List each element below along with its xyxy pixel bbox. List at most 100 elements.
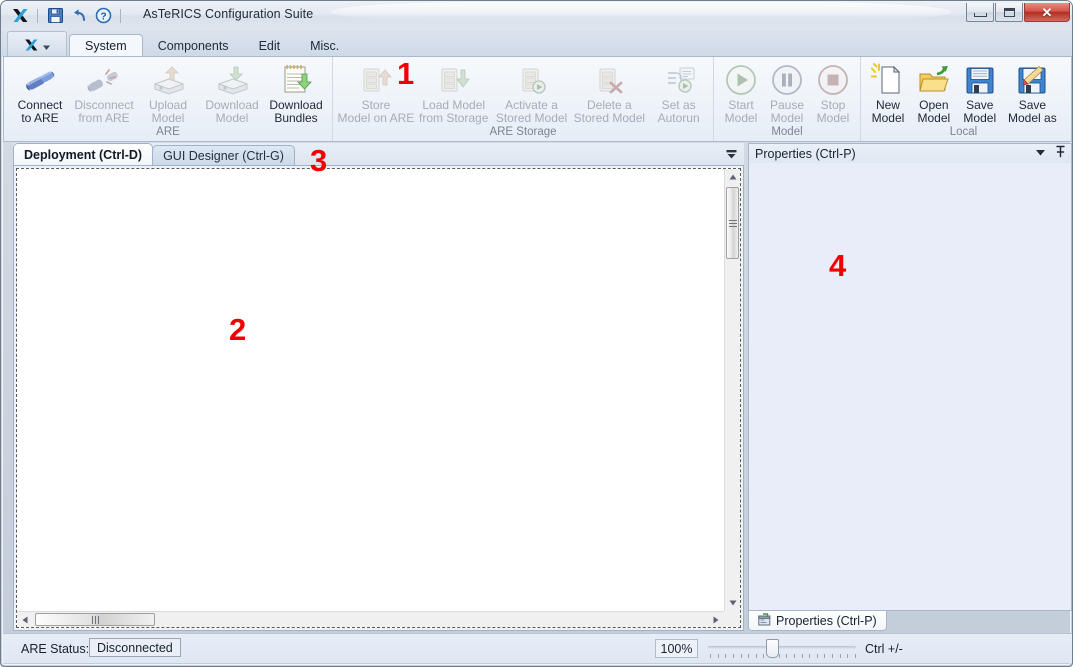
zoom-slider-ticks	[710, 654, 856, 659]
ribbon-groups: Connect to ARE Disconnect from ARE Uploa…	[4, 57, 1066, 141]
set-as-autorun-button[interactable]: Set as Autorun	[648, 60, 709, 125]
tab-misc[interactable]: Misc.	[295, 35, 354, 57]
pin-icon[interactable]	[1055, 145, 1066, 163]
horizontal-scroll-thumb[interactable]	[35, 613, 155, 626]
save-model-label: Save Model	[963, 98, 997, 125]
zoom-slider-thumb[interactable]	[766, 639, 779, 658]
new-model-button[interactable]: New Model	[865, 60, 911, 125]
scroll-right-arrow[interactable]	[708, 612, 724, 628]
save-model-as-label: Save Model as	[1008, 98, 1057, 125]
new-document-icon	[868, 63, 908, 97]
tab-deployment[interactable]: Deployment (Ctrl-D)	[13, 143, 154, 165]
activate-stored-model-label: Activate a Stored Model	[495, 98, 568, 125]
tab-components[interactable]: Components	[143, 35, 244, 57]
undo-icon[interactable]	[68, 5, 90, 27]
download-model-label: Download Model	[205, 98, 259, 125]
chevron-down-icon[interactable]	[724, 147, 738, 161]
deployment-canvas[interactable]	[17, 169, 724, 611]
ribbon-tabs: System Components Edit Misc.	[69, 30, 354, 57]
ribbon-group-local-items: New Model Open Model Save Model Save Mod…	[865, 60, 1062, 125]
store-model-on-are-label: Store Model on ARE	[337, 98, 415, 125]
properties-header-buttons	[1035, 144, 1066, 164]
activate-stored-model-button[interactable]: Activate a Stored Model	[493, 60, 571, 125]
maximize-button[interactable]	[995, 3, 1023, 22]
window-controls: ✕	[966, 3, 1070, 22]
stop-model-label: Stop Model	[816, 98, 850, 125]
tab-edit[interactable]: Edit	[244, 35, 296, 57]
load-model-from-storage-label: Load Model from Storage	[419, 98, 489, 125]
ribbon-group-model-label: Model	[771, 126, 803, 138]
open-model-button[interactable]: Open Model	[911, 60, 957, 125]
tab-system[interactable]: System	[69, 34, 143, 57]
properties-window-icon	[758, 612, 771, 629]
disconnect-from-are-button[interactable]: Disconnect from ARE	[72, 60, 136, 125]
tab-properties-label: Properties (Ctrl-P)	[776, 613, 877, 628]
scrollbar-corner	[724, 611, 740, 627]
application-menu-button[interactable]	[7, 31, 67, 57]
scroll-down-arrow[interactable]	[725, 595, 741, 611]
connect-plug-icon	[20, 63, 60, 97]
upload-model-label: Upload Model	[148, 98, 188, 125]
ribbon-group-local: New Model Open Model Save Model Save Mod…	[860, 57, 1066, 141]
help-icon[interactable]: ?	[92, 5, 114, 27]
ribbon-group-local-label: Local	[949, 126, 978, 138]
download-model-button[interactable]: Download Model	[200, 60, 264, 125]
save-model-as-button[interactable]: Save Model as	[1003, 60, 1062, 125]
download-bundles-icon	[276, 63, 316, 97]
window-title: AsTeRICS Configuration Suite	[143, 7, 314, 21]
load-model-icon	[434, 63, 474, 97]
chevron-down-icon[interactable]	[1035, 145, 1046, 163]
save-model-button[interactable]: Save Model	[957, 60, 1003, 125]
floppy-save-icon	[960, 63, 1000, 97]
qat-separator-2	[120, 8, 121, 23]
upload-model-button[interactable]: Upload Model	[136, 60, 200, 125]
quick-access-toolbar: ?	[9, 3, 125, 28]
app-logo-icon[interactable]	[9, 5, 31, 27]
editor-canvas-container	[13, 165, 744, 631]
close-button[interactable]: ✕	[1024, 3, 1070, 22]
stop-model-button[interactable]: Stop Model	[810, 60, 856, 125]
canvas-horizontal-scrollbar[interactable]	[17, 611, 724, 627]
qat-separator	[37, 8, 38, 23]
ribbon-group-are-label: ARE	[156, 126, 180, 138]
store-model-icon	[356, 63, 396, 97]
editor-panel: Deployment (Ctrl-D) GUI Designer (Ctrl-G…	[13, 143, 744, 631]
download-drive-icon	[212, 63, 252, 97]
title-bar-sheen	[331, 2, 951, 22]
scroll-left-arrow[interactable]	[17, 612, 33, 628]
save-icon[interactable]	[44, 5, 66, 27]
load-model-from-storage-button[interactable]: Load Model from Storage	[415, 60, 493, 125]
zoom-percentage: 100%	[655, 639, 698, 658]
new-model-label: New Model	[871, 98, 905, 125]
are-status-label: ARE Status:	[21, 642, 90, 656]
ribbon-group-are-storage: Store Model on ARE Load Model from Stora…	[332, 57, 713, 141]
minimize-button[interactable]	[966, 3, 994, 22]
ribbon-group-are-storage-items: Store Model on ARE Load Model from Stora…	[337, 60, 709, 125]
upload-drive-icon	[148, 63, 188, 97]
maximize-icon	[1003, 7, 1015, 17]
main-work-area: Deployment (Ctrl-D) GUI Designer (Ctrl-G…	[3, 143, 1072, 631]
vertical-scroll-thumb[interactable]	[726, 187, 739, 259]
annotation-3: 3	[310, 143, 328, 178]
minimize-icon	[973, 12, 987, 17]
properties-content-area[interactable]	[748, 163, 1072, 611]
properties-header: Properties (Ctrl-P)	[748, 143, 1072, 163]
tab-edit-label: Edit	[258, 39, 281, 53]
ribbon-panel: Connect to ARE Disconnect from ARE Uploa…	[3, 56, 1072, 142]
scroll-up-arrow[interactable]	[725, 169, 741, 185]
editor-tab-bar: Deployment (Ctrl-D) GUI Designer (Ctrl-G…	[13, 143, 744, 165]
pause-model-label: Pause Model	[769, 98, 805, 125]
properties-panel: Properties (Ctrl-P) Properties (Ctrl-P)	[748, 143, 1072, 631]
delete-stored-model-button[interactable]: Delete a Stored Model	[570, 60, 648, 125]
connect-to-are-button[interactable]: Connect to ARE	[8, 60, 72, 125]
download-bundles-button[interactable]: Download Bundles	[264, 60, 328, 125]
ribbon-group-are-items: Connect to ARE Disconnect from ARE Uploa…	[8, 60, 328, 125]
tab-gui-designer[interactable]: GUI Designer (Ctrl-G)	[152, 145, 295, 165]
start-model-button[interactable]: Start Model	[718, 60, 764, 125]
delete-stored-model-label: Delete a Stored Model	[573, 98, 646, 125]
canvas-vertical-scrollbar[interactable]	[724, 169, 740, 611]
tab-properties[interactable]: Properties (Ctrl-P)	[748, 611, 887, 631]
pause-model-button[interactable]: Pause Model	[764, 60, 810, 125]
zoom-slider[interactable]	[708, 639, 856, 659]
ribbon-group-model: Start Model Pause Model Stop Model Model	[713, 57, 860, 141]
